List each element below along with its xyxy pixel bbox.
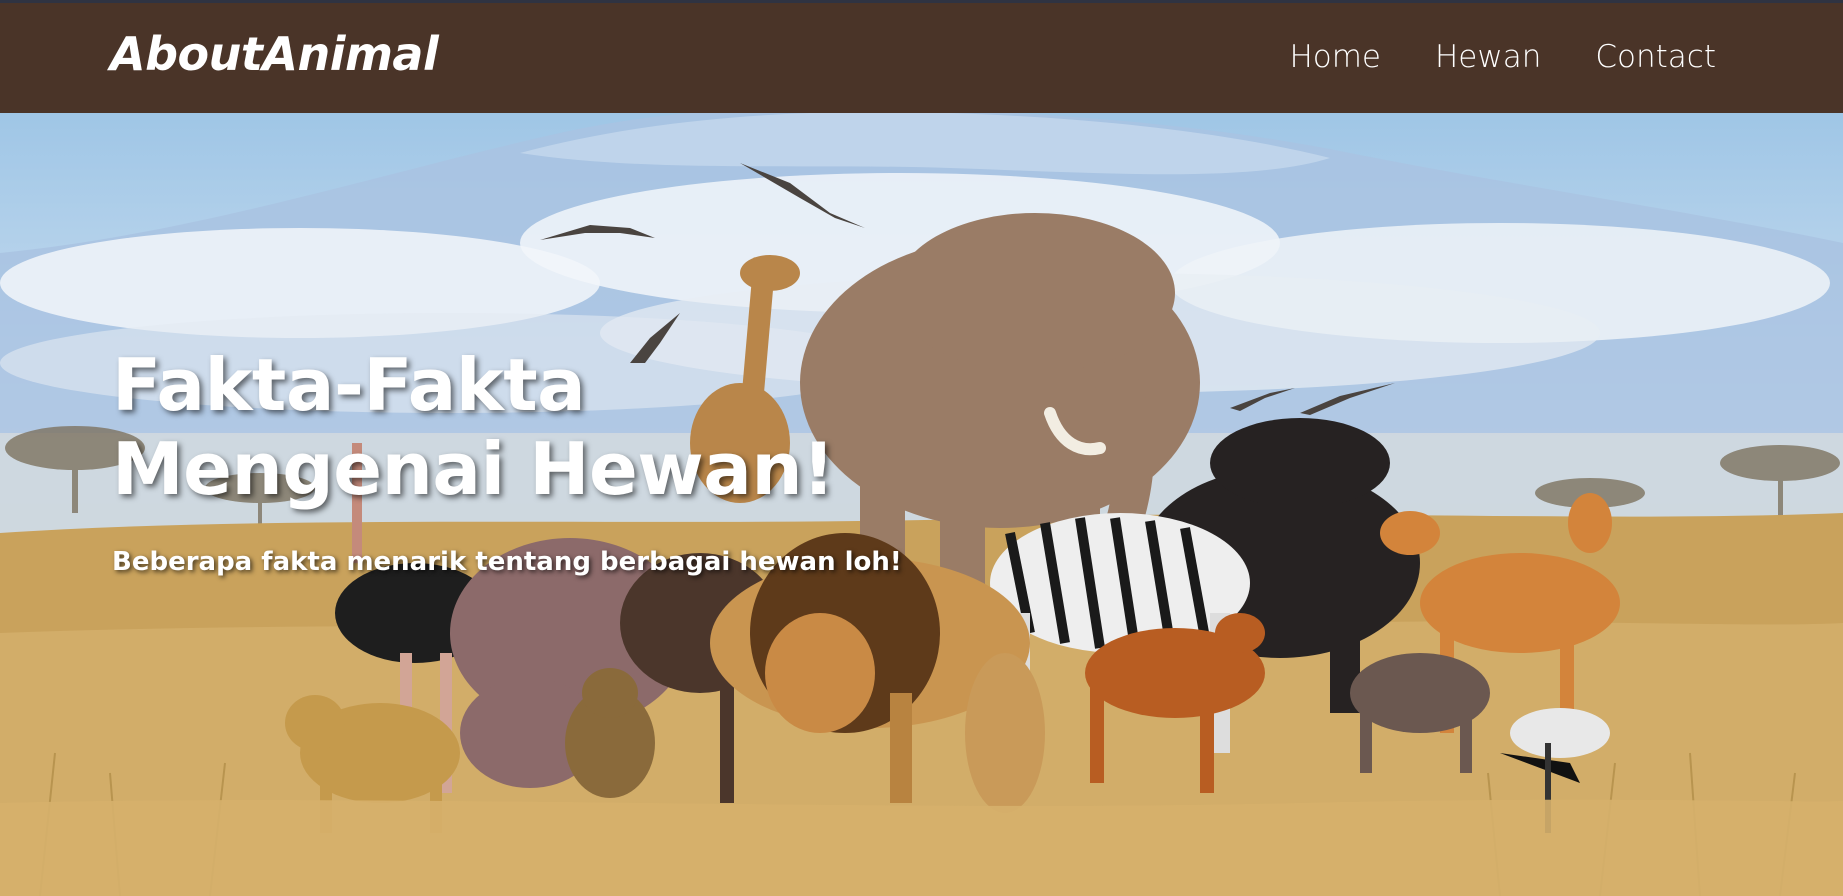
hero-section: Fakta-Fakta Mengenai Hewan! Beberapa fak…	[0, 113, 1843, 896]
page: AboutAnimal Home Hewan Contact Fakta-Fak…	[0, 0, 1843, 896]
nav-link-contact[interactable]: Contact	[1595, 39, 1716, 75]
window-top-border	[0, 0, 1843, 3]
hero-title-line2: Mengenai Hewan!	[112, 427, 835, 511]
nav-link-hewan[interactable]: Hewan	[1435, 39, 1541, 75]
nav-link-home[interactable]: Home	[1289, 39, 1381, 75]
hero-text-block: Fakta-Fakta Mengenai Hewan! Beberapa fak…	[112, 343, 902, 577]
hero-title-line1: Fakta-Fakta	[112, 343, 586, 427]
navbar: AboutAnimal Home Hewan Contact	[0, 3, 1843, 113]
brand-logo-link[interactable]: AboutAnimal	[110, 27, 439, 81]
hero-title: Fakta-Fakta Mengenai Hewan!	[112, 343, 902, 511]
nav-menu: Home Hewan Contact	[1289, 39, 1716, 75]
hero-subtitle: Beberapa fakta menarik tentang berbagai …	[112, 547, 902, 577]
